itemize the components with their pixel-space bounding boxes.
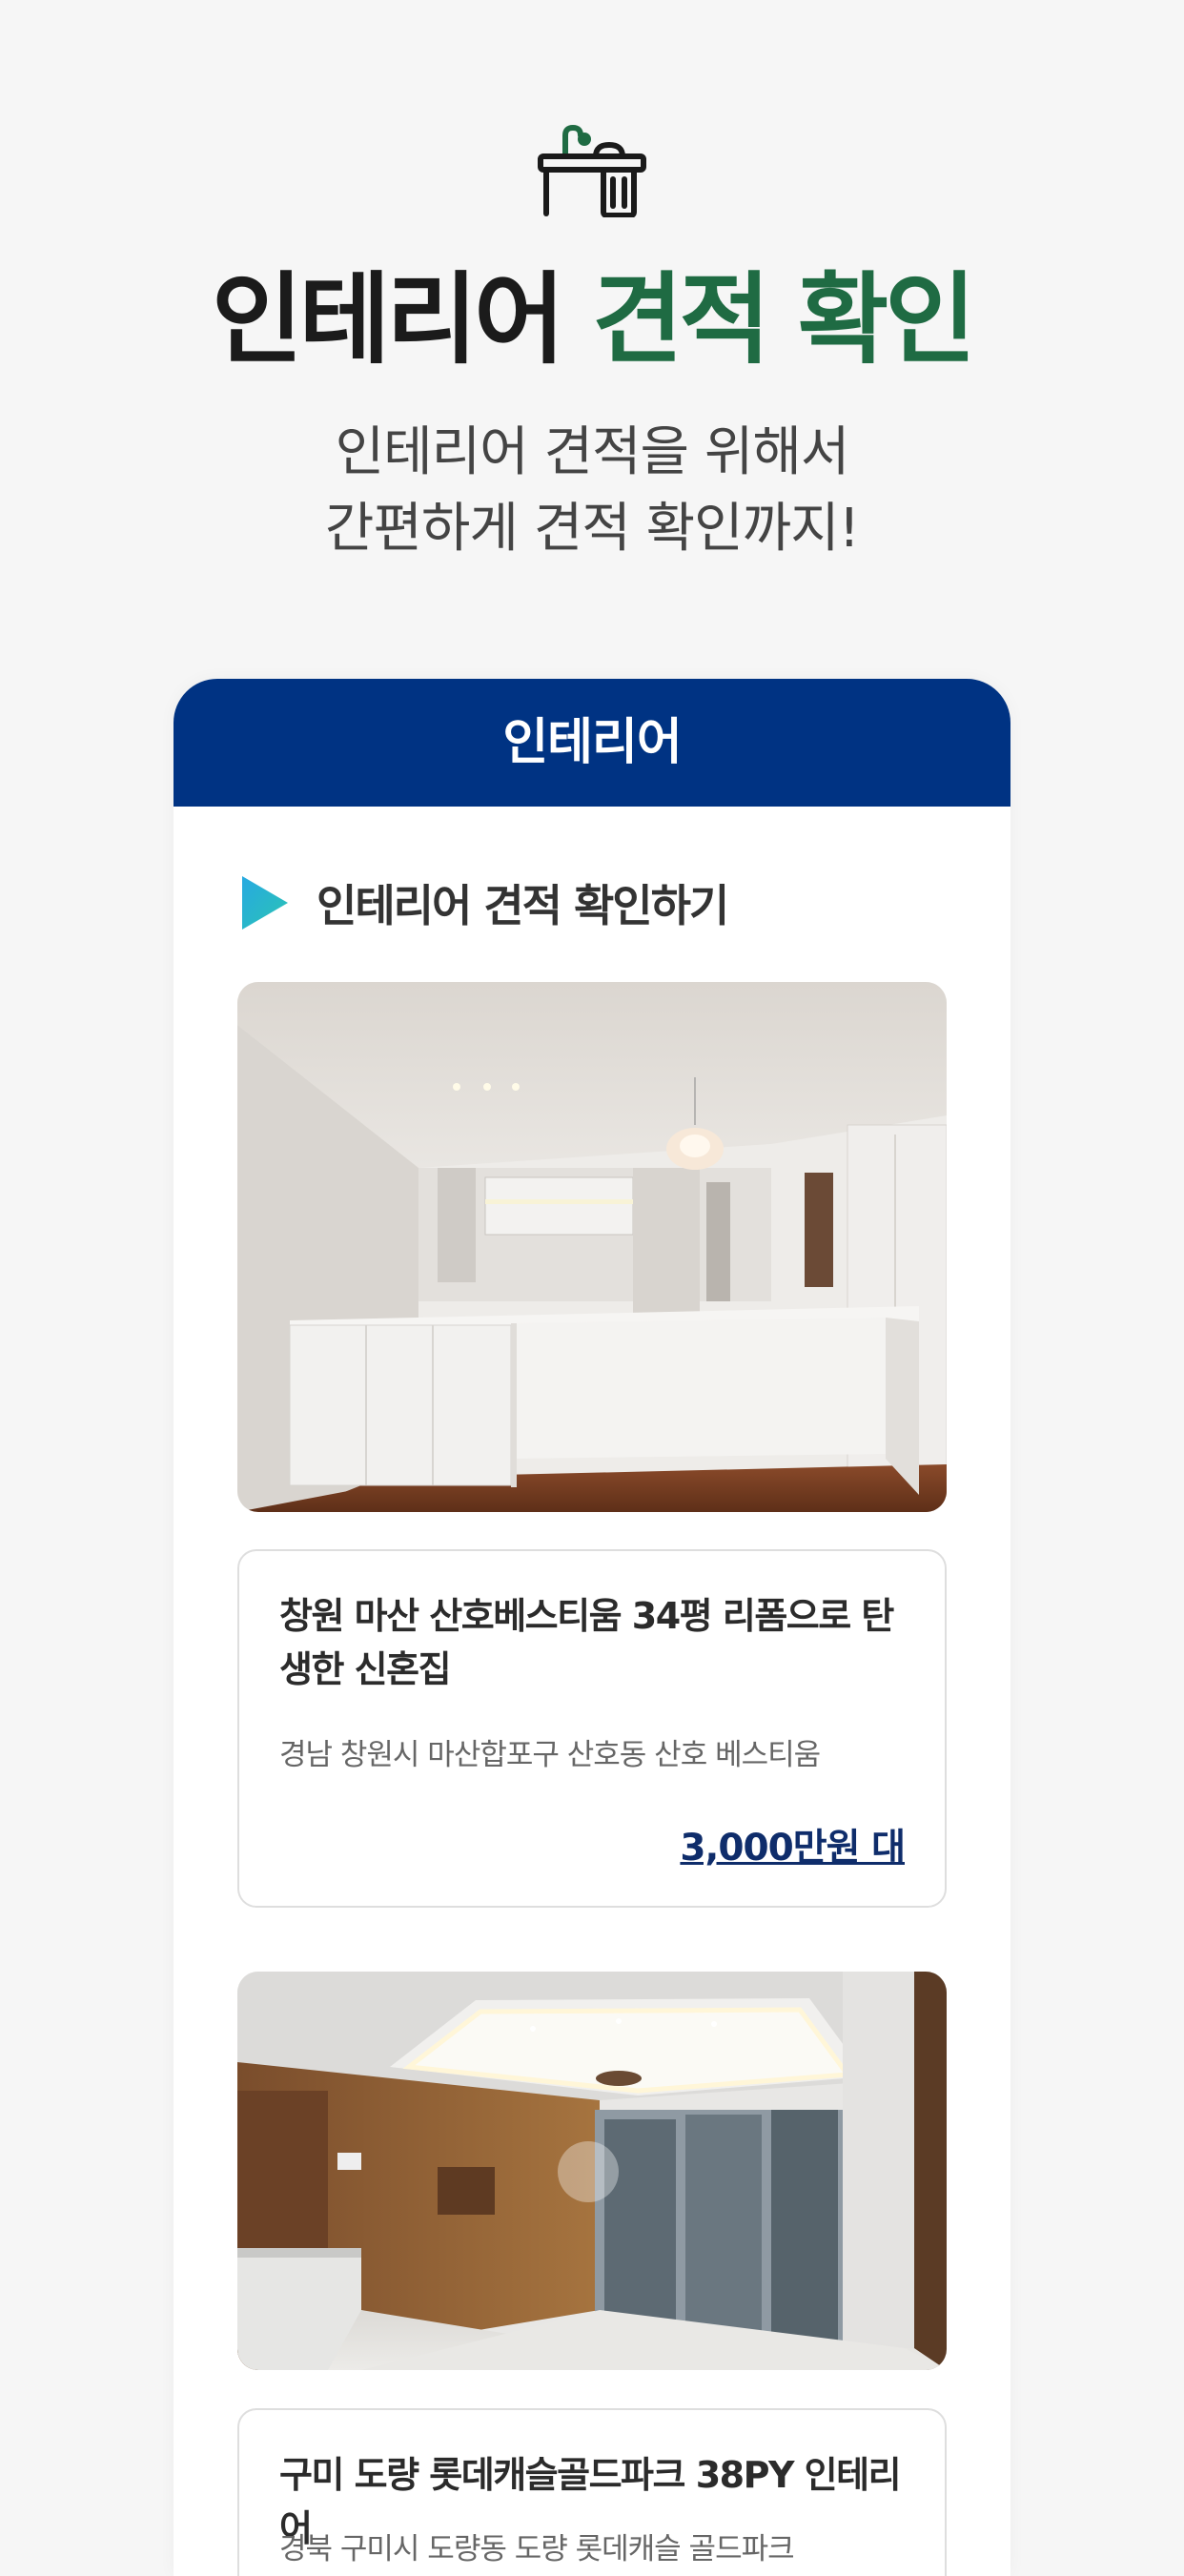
page-title-main: 인테리어: [212, 261, 565, 378]
subtitle-line-1: 인테리어 견적을 위해서: [335, 421, 850, 483]
listing-address: 경남 창원시 마산합포구 산호동 산호 베스티움: [279, 1738, 821, 1772]
section-title: 인테리어 견적 확인하기: [238, 869, 729, 936]
living-room-photo[interactable]: [237, 1972, 947, 2370]
page-subtitle: 인테리어 견적을 위해서 간편하게 견적 확인까지!: [0, 415, 1184, 567]
card-header: 인테리어: [174, 679, 1010, 807]
section-title-label: 인테리어 견적 확인하기: [316, 880, 729, 931]
kitchen-photo[interactable]: [237, 982, 947, 1512]
subtitle-line-2: 간편하게 견적 확인까지!: [324, 498, 860, 560]
play-triangle-icon: [242, 876, 288, 930]
bathtub-icon: [538, 125, 646, 217]
page-title: 인테리어 견적 확인: [0, 262, 1184, 377]
listing-card-1[interactable]: 창원 마산 산호베스티움 34평 리폼으로 탄생한 신혼집 경남 창원시 마산합…: [237, 1549, 947, 1908]
page-title-accent: 견적 확인: [592, 261, 976, 378]
listing-address: 경북 구미시 도량동 도량 롯데캐슬 골드파크: [279, 2532, 795, 2566]
listing-title: 창원 마산 산호베스티움 34평 리폼으로 탄생한 신혼집: [279, 1595, 894, 1690]
interior-card: 인테리어 인테리어 견적 확인하기 창원 마산 산호베스티움 34평 리폼으로 …: [174, 679, 1010, 2576]
listing-price-link[interactable]: 3,000만원 대: [680, 1818, 906, 1871]
listing-card-2[interactable]: 구미 도량 롯데캐슬골드파크 38PY 인테리어 경북 구미시 도량동 도량 롯…: [237, 2408, 947, 2576]
